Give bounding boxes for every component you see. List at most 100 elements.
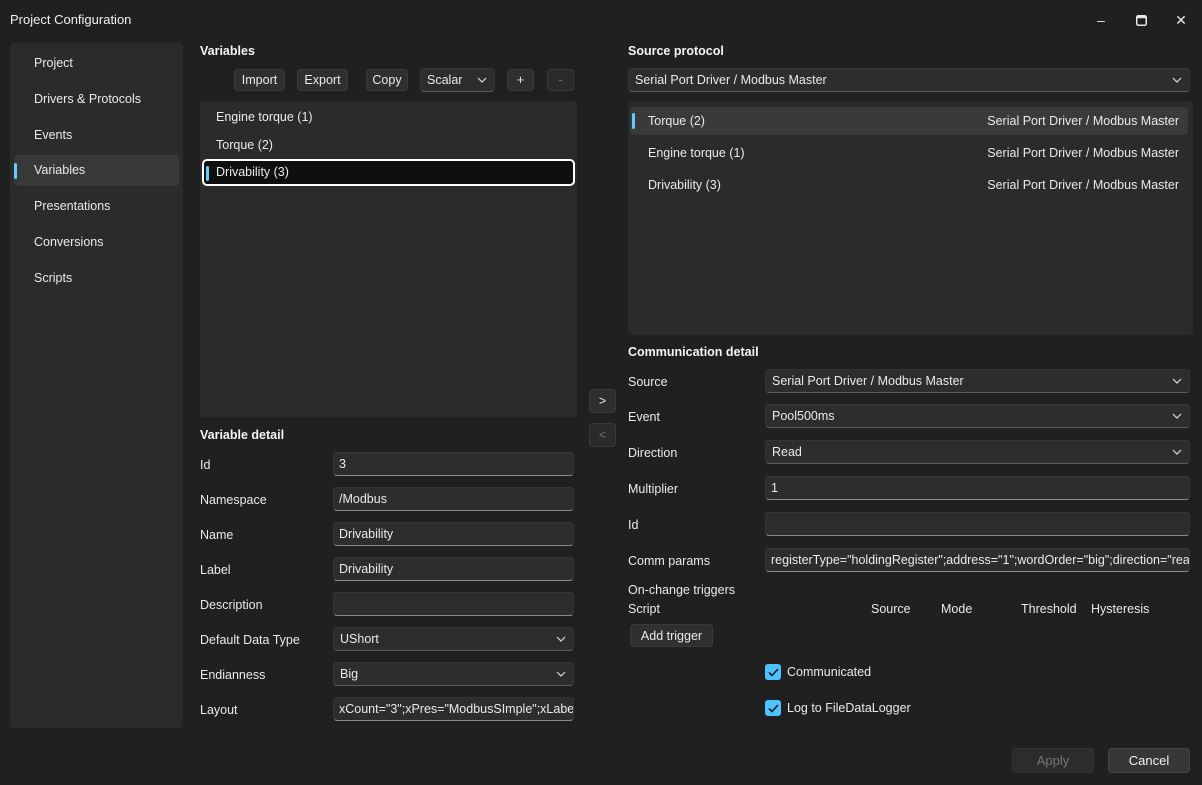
selection-indicator bbox=[14, 163, 17, 179]
list-item[interactable]: Torque (2) bbox=[200, 132, 577, 159]
description-field[interactable] bbox=[333, 592, 574, 616]
chevron-down-icon bbox=[555, 663, 567, 685]
namespace-label: Namespace bbox=[200, 493, 267, 507]
maximize-icon bbox=[1135, 14, 1147, 26]
namespace-field[interactable]: /Modbus bbox=[333, 487, 574, 511]
variables-heading: Variables bbox=[200, 44, 255, 58]
sidebar-item-events[interactable]: Events bbox=[14, 120, 179, 151]
variable-detail-heading: Variable detail bbox=[200, 428, 285, 442]
apply-button[interactable]: Apply bbox=[1012, 748, 1094, 773]
communicated-checkbox[interactable] bbox=[765, 664, 781, 680]
comm-source-value: Serial Port Driver / Modbus Master bbox=[772, 374, 964, 388]
layout-label: Layout bbox=[200, 703, 238, 717]
minimize-icon: – bbox=[1097, 12, 1105, 28]
selection-indicator bbox=[206, 166, 209, 181]
export-button[interactable]: Export bbox=[297, 69, 348, 91]
source-protocol-heading: Source protocol bbox=[628, 44, 724, 58]
sidebar-item-label: Presentations bbox=[34, 199, 111, 213]
source-label: Source bbox=[628, 375, 668, 389]
communicated-label: Communicated bbox=[787, 665, 872, 679]
event-select[interactable]: Pool500ms bbox=[765, 404, 1190, 428]
assign-button[interactable]: > bbox=[589, 389, 616, 413]
comm-source-select[interactable]: Serial Port Driver / Modbus Master bbox=[765, 369, 1190, 393]
copy-button[interactable]: Copy bbox=[366, 69, 408, 91]
selection-indicator bbox=[632, 113, 635, 129]
minimize-button[interactable]: – bbox=[1081, 6, 1121, 34]
direction-value: Read bbox=[772, 445, 802, 459]
event-label: Event bbox=[628, 410, 660, 424]
direction-select[interactable]: Read bbox=[765, 440, 1190, 464]
sidebar-item-presentations[interactable]: Presentations bbox=[14, 191, 179, 222]
description-label: Description bbox=[200, 598, 263, 612]
sidebar-item-label: Events bbox=[34, 128, 73, 142]
event-value: Pool500ms bbox=[772, 409, 835, 423]
name-label: Name bbox=[200, 528, 234, 542]
checkmark-icon bbox=[767, 703, 779, 713]
close-icon: ✕ bbox=[1175, 11, 1187, 28]
default-data-type-label: Default Data Type bbox=[200, 633, 300, 647]
variable-type-value: Scalar bbox=[427, 73, 463, 87]
endianness-select[interactable]: Big bbox=[333, 662, 574, 686]
variables-list: Engine torque (1) Torque (2) Drivability… bbox=[200, 101, 577, 417]
sidebar-item-label: Scripts bbox=[34, 271, 73, 285]
endianness-value: Big bbox=[340, 667, 359, 681]
comm-id-field[interactable] bbox=[765, 512, 1190, 536]
layout-field[interactable]: xCount="3";xPres="ModbusSImple";xLabel= bbox=[333, 697, 574, 721]
add-trigger-button[interactable]: Add trigger bbox=[630, 624, 713, 647]
column-header-source: Source bbox=[871, 602, 911, 616]
source-protocol-select[interactable]: Serial Port Driver / Modbus Master bbox=[628, 68, 1190, 92]
list-item-label: Drivability (3) bbox=[216, 165, 289, 179]
label-field[interactable]: Drivability bbox=[333, 557, 574, 581]
cancel-button[interactable]: Cancel bbox=[1108, 748, 1190, 773]
log-to-filedatalogger-checkbox[interactable] bbox=[765, 700, 781, 716]
chevron-down-icon bbox=[555, 628, 567, 650]
sidebar-item-project[interactable]: Project bbox=[14, 48, 179, 79]
default-data-type-value: UShort bbox=[340, 632, 379, 646]
row-protocol: Serial Port Driver / Modbus Master bbox=[987, 178, 1179, 192]
chevron-down-icon bbox=[1171, 370, 1183, 392]
sidebar-item-conversions[interactable]: Conversions bbox=[14, 227, 179, 258]
list-item[interactable]: Engine torque (1) bbox=[200, 104, 577, 131]
source-protocol-list bbox=[628, 101, 1193, 335]
import-button[interactable]: Import bbox=[234, 69, 285, 91]
chevron-down-icon bbox=[1171, 405, 1183, 427]
row-variable-name: Drivability (3) bbox=[648, 178, 721, 192]
default-data-type-select[interactable]: UShort bbox=[333, 627, 574, 651]
column-header-script: Script bbox=[628, 602, 660, 616]
close-button[interactable]: ✕ bbox=[1161, 6, 1201, 34]
row-protocol: Serial Port Driver / Modbus Master bbox=[987, 146, 1179, 160]
row-variable-name: Engine torque (1) bbox=[648, 146, 745, 160]
table-row[interactable]: Drivability (3) Serial Port Driver / Mod… bbox=[630, 171, 1188, 199]
multiplier-field[interactable]: 1 bbox=[765, 476, 1190, 500]
remove-variable-button[interactable]: - bbox=[547, 69, 574, 91]
chevron-down-icon bbox=[1171, 441, 1183, 463]
table-row[interactable]: Torque (2) Serial Port Driver / Modbus M… bbox=[630, 107, 1188, 135]
add-variable-button[interactable]: + bbox=[507, 69, 534, 91]
table-row[interactable]: Engine torque (1) Serial Port Driver / M… bbox=[630, 139, 1188, 167]
id-field[interactable]: 3 bbox=[333, 452, 574, 476]
comm-params-field[interactable]: registerType="holdingRegister";address="… bbox=[765, 548, 1190, 572]
id-label: Id bbox=[200, 458, 211, 472]
sidebar-item-label: Drivers & Protocols bbox=[34, 92, 141, 106]
comm-params-label: Comm params bbox=[628, 554, 710, 568]
sidebar-item-label: Project bbox=[34, 56, 73, 70]
on-change-triggers-label: On-change triggers bbox=[628, 583, 736, 597]
log-to-filedatalogger-label: Log to FileDataLogger bbox=[787, 701, 911, 715]
sidebar-item-scripts[interactable]: Scripts bbox=[14, 263, 179, 294]
column-header-mode: Mode bbox=[941, 602, 973, 616]
title-bar: Project Configuration – ✕ bbox=[0, 0, 1202, 40]
row-variable-name: Torque (2) bbox=[648, 114, 705, 128]
list-item-selected[interactable]: Drivability (3) bbox=[202, 159, 575, 186]
sidebar-item-label: Variables bbox=[34, 163, 86, 177]
sidebar-item-drivers-protocols[interactable]: Drivers & Protocols bbox=[14, 84, 179, 115]
chevron-down-icon bbox=[1171, 69, 1183, 91]
multiplier-label: Multiplier bbox=[628, 482, 679, 496]
window-title: Project Configuration bbox=[10, 12, 132, 27]
direction-label: Direction bbox=[628, 446, 678, 460]
sidebar-item-label: Conversions bbox=[34, 235, 104, 249]
unassign-button[interactable]: < bbox=[589, 423, 616, 447]
maximize-button[interactable] bbox=[1121, 6, 1161, 34]
variable-type-select[interactable]: Scalar bbox=[420, 68, 495, 92]
sidebar-item-variables[interactable]: Variables bbox=[14, 155, 179, 186]
name-field[interactable]: Drivability bbox=[333, 522, 574, 546]
